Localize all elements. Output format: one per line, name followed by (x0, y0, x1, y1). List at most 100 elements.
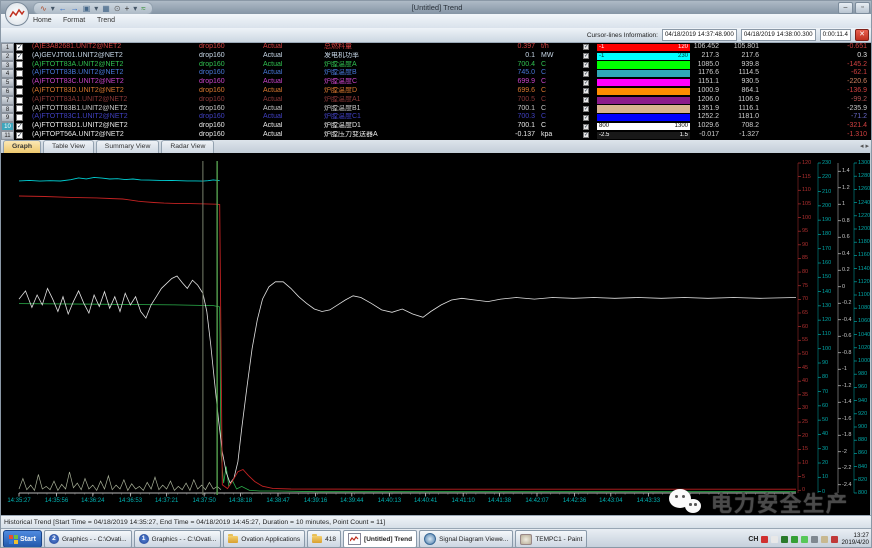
row-number[interactable]: 3 (1, 61, 14, 70)
tab-scroll-arrows[interactable]: ◂ ▸ (860, 141, 869, 153)
row-number[interactable]: 1 (1, 43, 14, 52)
taskbar-button[interactable]: 418 (307, 530, 341, 548)
plot-checkbox[interactable]: ✓ (16, 122, 28, 131)
row-number[interactable]: 10 (1, 122, 14, 131)
tray-icon-ovation[interactable] (791, 536, 798, 543)
scale-checkbox[interactable]: ✓ (583, 43, 595, 52)
row-number[interactable]: 6 (1, 87, 14, 96)
table-row[interactable]: 1✓(A)E3A82681.UNIT2@NET2drop160Actual总燃料… (1, 43, 872, 52)
scale-checkbox[interactable]: ✓ (583, 105, 595, 114)
table-row[interactable]: 11✓(A)FTOPT56A.UNIT2@NET2drop160Actual炉膛… (1, 131, 872, 140)
drop-name: drop160 (199, 52, 249, 61)
paint-icon (520, 534, 532, 545)
tab-graph[interactable]: Graph (3, 140, 41, 153)
plot-checkbox[interactable] (16, 96, 28, 105)
row-number[interactable]: 8 (1, 105, 14, 114)
row-number[interactable]: 7 (1, 96, 14, 105)
scale-checkbox[interactable]: ✓ (583, 122, 595, 131)
taskbar-button[interactable]: 1Graphics - - C:\Ovati... (134, 530, 222, 548)
cursor2-value: 105.801 (723, 43, 759, 52)
forward-arrow-icon[interactable]: → (71, 3, 79, 14)
window-icon[interactable]: ▣ (83, 3, 91, 14)
plot-checkbox[interactable]: ✓ (16, 131, 28, 140)
back-arrow-icon[interactable]: ← (59, 3, 67, 14)
minimize-button[interactable]: – (838, 2, 853, 14)
tab-radar-view[interactable]: Radar View (161, 140, 214, 153)
menu-format[interactable]: Format (59, 14, 89, 28)
menu-trend[interactable]: Trend (93, 14, 119, 28)
plot-checkbox[interactable] (16, 61, 28, 70)
table-row[interactable]: 3(A)FTOTT83A.UNIT2@NET2drop160Actual炉膛温度… (1, 61, 872, 70)
add-icon[interactable]: + (125, 3, 130, 14)
row-number[interactable]: 2 (1, 52, 14, 61)
trend-graph-panel[interactable]: 14:35:2714:35:5614:36:2414:36:5314:37:21… (1, 153, 872, 515)
plot-checkbox[interactable] (16, 87, 28, 96)
menu-home[interactable]: Home (29, 14, 56, 28)
table-row[interactable]: 7(A)FTOTT83A1.UNIT2@NET2drop160Actual炉膛温… (1, 96, 872, 105)
fuel-axis-tick-label: 60 (802, 324, 808, 330)
tray-icon-antivirus[interactable] (761, 536, 768, 543)
plot-checkbox[interactable] (16, 105, 28, 114)
value-mode: Actual (263, 105, 305, 114)
tray-icon-flag[interactable] (771, 536, 778, 543)
table-row[interactable]: 9(A)FTOTT83C1.UNIT2@NET2drop160Actual炉膛温… (1, 113, 872, 122)
trend-plot[interactable] (1, 153, 872, 515)
taskbar-button[interactable]: TEMPC1 - Paint (515, 530, 587, 548)
row-number[interactable]: 5 (1, 78, 14, 87)
trend-chart-icon[interactable]: ∿ (40, 3, 47, 14)
scale-checkbox[interactable]: ✓ (583, 96, 595, 105)
tray-icon-device[interactable] (811, 536, 818, 543)
scale-checkbox[interactable]: ✓ (583, 113, 595, 122)
scale-checkbox[interactable]: ✓ (583, 52, 595, 61)
value-mode: Actual (263, 122, 305, 131)
tab-table-view[interactable]: Table View (43, 140, 94, 153)
taskbar-button[interactable]: 2Graphics - - C:\Ovati... (44, 530, 132, 548)
zoom-icon[interactable]: ⊙ (114, 3, 121, 14)
table-row[interactable]: 2✓(A)GEVJT001.UNIT2@NET2drop160Actual发电机… (1, 52, 872, 61)
scale-checkbox[interactable]: ✓ (583, 78, 595, 87)
scale-checkbox[interactable]: ✓ (583, 87, 595, 96)
scale-checkbox[interactable]: ✓ (583, 69, 595, 78)
app-menu-button[interactable] (5, 2, 29, 26)
row-number[interactable]: 11 (1, 131, 14, 140)
row-number[interactable]: 4 (1, 69, 14, 78)
table-row[interactable]: 4(A)FTOTT83B.UNIT2@NET2drop160Actual炉膛温度… (1, 69, 872, 78)
taskbar-button[interactable]: [Untitled] Trend (343, 530, 417, 548)
checkbox-icon (16, 79, 23, 86)
close-cursor-info-button[interactable]: ✕ (855, 29, 869, 41)
scale-checkbox[interactable]: ✓ (583, 61, 595, 70)
start-button[interactable]: Start (3, 530, 42, 548)
plot-checkbox[interactable]: ✓ (16, 52, 28, 61)
difference-value: -136.9 (761, 87, 867, 96)
view-tab-bar: Graph Table View Summary View Radar View… (1, 140, 872, 154)
maximize-button[interactable]: ▫ (855, 2, 870, 14)
temp-axis-tick-label: 1080 (858, 305, 870, 311)
tab-summary-view[interactable]: Summary View (96, 140, 160, 153)
plot-checkbox[interactable] (16, 78, 28, 87)
cursor-delta-field[interactable]: 0:00:11.4 (820, 29, 851, 41)
grid-icon[interactable]: ▦ (102, 3, 110, 14)
cursor1-time-field[interactable]: 04/18/2019 14:37:48.900 (662, 29, 737, 41)
row-number[interactable]: 9 (1, 113, 14, 122)
tray-icon-update[interactable] (821, 536, 828, 543)
scale-checkbox[interactable]: ✓ (583, 131, 595, 140)
table-row[interactable]: 5(A)FTOTT83C.UNIT2@NET2drop160Actual炉膛温度… (1, 78, 872, 87)
signal-wave-icon[interactable]: ≈ (141, 3, 145, 14)
plot-checkbox[interactable] (16, 69, 28, 78)
taskbar-button[interactable]: Ovation Applications (223, 530, 305, 548)
taskbar-button[interactable]: Signal Diagram Viewe... (419, 530, 513, 548)
plot-checkbox[interactable]: ✓ (16, 43, 28, 52)
cursor2-time-field[interactable]: 04/18/2019 14:38:00.300 (741, 29, 816, 41)
language-indicator[interactable]: CH (748, 536, 758, 543)
tray-icon-network[interactable] (781, 536, 788, 543)
dropdown-icon[interactable]: ▾ (51, 3, 55, 14)
table-row[interactable]: 8(A)FTOTT83B1.UNIT2@NET2drop160Actual炉膛温… (1, 105, 872, 114)
clock[interactable]: 13:27 2019/4/20 (841, 532, 869, 546)
table-row[interactable]: 10✓(A)FTOTT83D1.UNIT2@NET2drop160Actual炉… (1, 122, 872, 131)
tray-icon-status[interactable] (801, 536, 808, 543)
tray-icon-alert[interactable] (831, 536, 838, 543)
dropdown-icon[interactable]: ▾ (94, 3, 98, 14)
dropdown-icon[interactable]: ▾ (133, 3, 137, 14)
table-row[interactable]: 6(A)FTOTT83D.UNIT2@NET2drop160Actual炉膛温度… (1, 87, 872, 96)
plot-checkbox[interactable] (16, 113, 28, 122)
